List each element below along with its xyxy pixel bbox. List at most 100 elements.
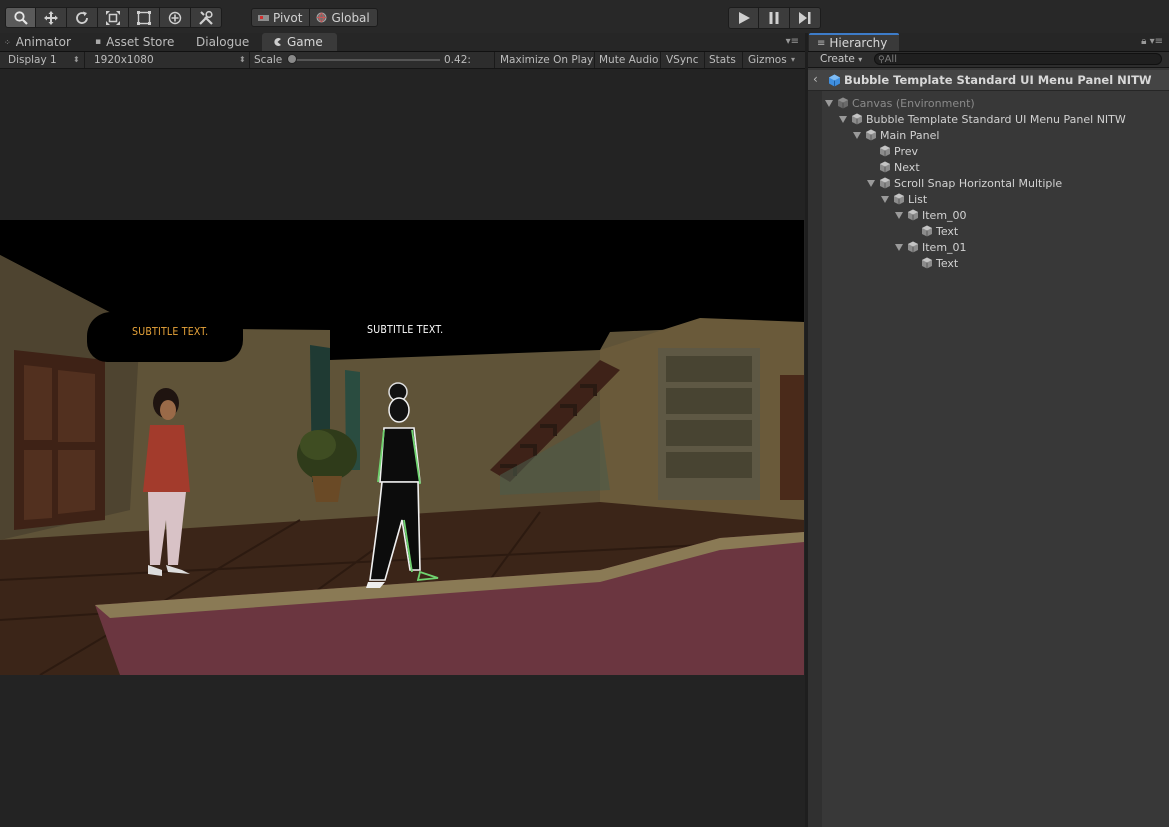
gameobject-cube-icon [879, 161, 891, 173]
maximize-on-play-toggle[interactable]: Maximize On Play [500, 52, 593, 68]
move-tool-button[interactable] [36, 7, 67, 28]
transform-tool-button[interactable] [160, 7, 191, 28]
toolbar-separator [84, 52, 85, 68]
tab-asset-store[interactable]: ▪ Asset Store [95, 33, 174, 51]
gizmos-dropdown-icon[interactable]: ▾ [791, 52, 795, 68]
hierarchy-item[interactable]: Canvas (Environment) [824, 95, 975, 111]
toolbar-separator [742, 52, 743, 68]
vsync-toggle[interactable]: VSync [666, 52, 699, 68]
display-select[interactable]: Display 1 ⬍ [8, 52, 80, 68]
hierarchy-search-input[interactable]: ⚲All [874, 53, 1162, 65]
resolution-select[interactable]: 1920x1080 ⬍ [94, 52, 248, 68]
stats-toggle[interactable]: Stats [709, 52, 736, 68]
step-icon [799, 12, 811, 24]
rect-transform-icon [137, 10, 151, 25]
hand-tool-button[interactable] [5, 7, 36, 28]
pivot-label: Pivot [273, 10, 303, 25]
tab-animator-label: Animator [15, 35, 71, 49]
pivot-toggle-group: Pivot Global [251, 8, 378, 27]
scale-value: 0.42: [444, 54, 471, 66]
asset-store-icon: ▪ [95, 37, 102, 47]
no-expand-spacer [866, 146, 876, 156]
gameobject-cube-icon [921, 257, 933, 269]
create-dropdown[interactable]: Create ▾ [820, 52, 862, 67]
tab-asset-store-label: Asset Store [106, 35, 175, 49]
scale-tool-button[interactable] [98, 7, 129, 28]
chevron-left-icon[interactable]: ‹ [813, 72, 818, 86]
play-icon [738, 12, 750, 24]
hierarchy-item[interactable]: Bubble Template Standard UI Menu Panel N… [838, 111, 1126, 127]
hierarchy-item[interactable]: List [880, 191, 927, 207]
hierarchy-gutter [808, 91, 822, 827]
transform-tools [5, 7, 222, 28]
hierarchy-item-label: Main Panel [880, 128, 940, 142]
gizmos-toggle[interactable]: Gizmos [748, 52, 787, 68]
game-viewport[interactable]: SUBTITLE TEXT. SUBTITLE TEXT. [0, 220, 804, 675]
step-button[interactable] [790, 7, 821, 29]
hierarchy-item[interactable]: Next [866, 159, 920, 175]
scene-title: Bubble Template Standard UI Menu Panel N… [844, 73, 1152, 87]
tab-animator[interactable]: ⁘ Animator [4, 33, 71, 51]
scale-slider-handle[interactable] [287, 54, 297, 64]
animator-icon: ⁘ [4, 37, 11, 47]
hierarchy-item-label: Bubble Template Standard UI Menu Panel N… [866, 112, 1126, 126]
tab-hierarchy[interactable]: ≡ Hierarchy [809, 33, 900, 51]
scale-label: Scale [254, 54, 283, 66]
gameobject-cube-icon [879, 145, 891, 157]
chevron-down-icon: ▾ [858, 55, 863, 64]
hierarchy-item[interactable]: Prev [866, 143, 918, 159]
expand-triangle-icon[interactable] [852, 130, 862, 140]
tab-dialogue[interactable]: Dialogue [196, 33, 249, 51]
expand-triangle-icon[interactable] [824, 98, 834, 108]
pivot-button[interactable]: Pivot [251, 8, 311, 27]
tools-icon [199, 10, 213, 25]
mute-audio-toggle[interactable]: Mute Audio [599, 52, 658, 68]
hierarchy-item[interactable]: Main Panel [852, 127, 939, 143]
tab-game[interactable]: Game [262, 33, 337, 51]
hierarchy-item-label: Scroll Snap Horizontal Multiple [894, 176, 1063, 190]
game-scene-illustration [0, 220, 804, 675]
hierarchy-item[interactable]: Item_00 [894, 207, 967, 223]
play-button[interactable] [728, 7, 759, 29]
expand-triangle-icon[interactable] [866, 178, 876, 188]
gameobject-cube-icon [865, 129, 877, 141]
rect-tool-button[interactable] [129, 7, 160, 28]
hierarchy-item[interactable]: Text [908, 255, 958, 271]
hierarchy-item-label: Canvas (Environment) [852, 96, 975, 110]
global-label: Global [331, 10, 370, 25]
lock-icon[interactable]: 🔒︎ [1141, 36, 1146, 47]
no-expand-spacer [866, 162, 876, 172]
scene-cube-icon [829, 74, 840, 87]
hierarchy-item[interactable]: Item_01 [894, 239, 967, 255]
toolbar-separator [594, 52, 595, 68]
no-expand-spacer [908, 226, 918, 236]
custom-tool-button[interactable] [191, 7, 222, 28]
magnifier-icon [13, 10, 28, 25]
expand-triangle-icon[interactable] [838, 114, 848, 124]
pivot-icon [258, 14, 269, 21]
expand-triangle-icon[interactable] [894, 210, 904, 220]
gameobject-cube-icon [879, 177, 891, 189]
hierarchy-item[interactable]: Scroll Snap Horizontal Multiple [866, 175, 1062, 191]
pause-button[interactable] [759, 7, 790, 29]
panel-menu-icon[interactable]: ▾≡ [1150, 36, 1163, 47]
global-button[interactable]: Global [310, 8, 378, 27]
game-panel: ⁘ Animator ▪ Asset Store Dialogue Game ▾… [0, 33, 805, 827]
list-icon: ≡ [817, 37, 826, 49]
hierarchy-tools: 🔒︎ ▾≡ [1141, 36, 1163, 47]
combined-transform-icon [168, 11, 182, 24]
scene-header[interactable]: ‹ Bubble Template Standard UI Menu Panel… [808, 70, 1169, 91]
hierarchy-item-label: Prev [894, 144, 918, 158]
panel-menu-icon[interactable]: ▾≡ [786, 36, 799, 47]
expand-triangle-icon[interactable] [880, 194, 890, 204]
toolbar-separator [704, 52, 705, 68]
gameobject-cube-icon [907, 241, 919, 253]
toolbar-separator [249, 52, 250, 68]
scale-slider-track[interactable] [292, 59, 440, 61]
hierarchy-panel: ≡ Hierarchy 🔒︎ ▾≡ Create ▾ ⚲All ‹ Bubble… [808, 33, 1169, 827]
rotate-tool-button[interactable] [67, 7, 98, 28]
search-placeholder: All [884, 54, 897, 65]
hierarchy-item[interactable]: Text [908, 223, 958, 239]
expand-triangle-icon[interactable] [894, 242, 904, 252]
gameobject-cube-icon [851, 113, 863, 125]
